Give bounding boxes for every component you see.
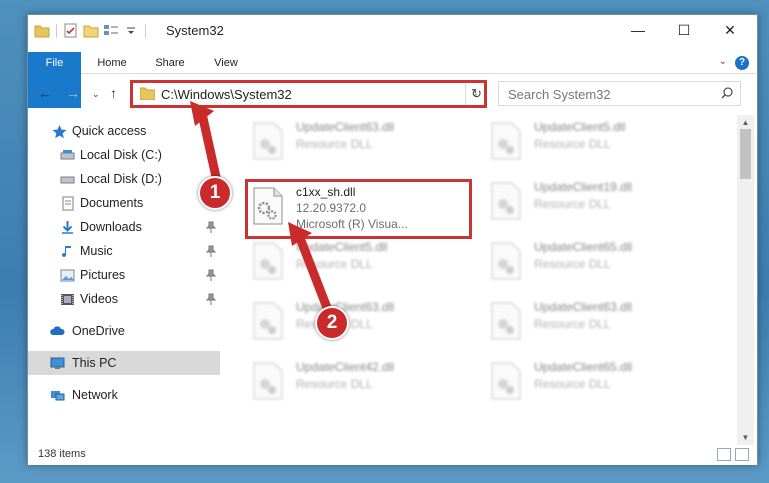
callout-step-1: 1 (198, 176, 232, 210)
videos-icon (61, 293, 74, 305)
dll-file-icon (491, 302, 521, 340)
dll-file-icon (253, 122, 283, 160)
list-item[interactable]: UpdateClient65.dll Resource DLL (484, 355, 684, 411)
vertical-scrollbar[interactable]: ▲ ▼ (737, 115, 754, 445)
scroll-down-icon[interactable]: ▼ (737, 430, 754, 445)
close-button[interactable]: ✕ (707, 15, 753, 45)
view-toggle (717, 448, 749, 461)
sidebar-item-this-pc[interactable]: This PC (28, 351, 220, 375)
tab-home[interactable]: Home (86, 52, 138, 74)
cloud-icon (50, 325, 65, 335)
pin-icon[interactable] (206, 245, 216, 257)
sidebar-item-music[interactable]: Music (28, 239, 220, 263)
pin-icon[interactable] (206, 221, 216, 233)
explorer-window: System32 — ☐ ✕ File Home Share View ⌄ ? … (27, 14, 758, 465)
minimize-button[interactable]: — (615, 15, 661, 45)
sidebar-item-local-disk-c[interactable]: Local Disk (C:) (28, 143, 220, 167)
large-icons-view-icon[interactable] (735, 448, 749, 461)
search-icon (721, 87, 733, 99)
view-options-icon[interactable] (103, 23, 119, 38)
callout-step-2: 2 (315, 306, 349, 340)
list-item[interactable]: UpdateClient42.dll Resource DLL (246, 355, 446, 411)
list-item[interactable]: UpdateClient19.dll Resource DLL (484, 175, 684, 231)
ribbon-tabs: File Home Share View ⌄ ? (28, 52, 757, 108)
search-input[interactable]: Search System32 (498, 81, 741, 106)
scroll-up-icon[interactable]: ▲ (737, 115, 754, 130)
sidebar-item-onedrive[interactable]: OneDrive (28, 319, 220, 343)
dll-file-icon (491, 122, 521, 160)
sidebar-item-local-disk-d[interactable]: Local Disk (D:) (28, 167, 220, 191)
list-item[interactable]: UpdateClient65.dll Resource DLL (484, 235, 684, 291)
maximize-button[interactable]: ☐ (661, 15, 707, 45)
new-folder-icon[interactable] (83, 23, 99, 38)
list-item[interactable]: UpdateClient63.dll Resource DLL (246, 115, 446, 171)
search-placeholder: Search System32 (508, 87, 611, 102)
sidebar-item-downloads[interactable]: Downloads (28, 215, 220, 239)
music-icon (62, 245, 71, 257)
file-list: UpdateClient63.dll Resource DLL UpdateCl… (220, 115, 737, 445)
quick-access-toolbar (34, 23, 148, 38)
dll-file-icon (491, 242, 521, 280)
up-arrow-icon[interactable]: ↑ (110, 85, 117, 101)
sidebar-item-videos[interactable]: Videos (28, 287, 220, 311)
details-view-icon[interactable] (717, 448, 731, 461)
toolbar-separator (145, 23, 146, 38)
forward-arrow-icon[interactable]: → (66, 85, 80, 101)
title-bar: System32 — ☐ ✕ (28, 15, 757, 45)
list-item[interactable]: UpdateClient63.dll Resource DLL (484, 295, 684, 351)
properties-icon[interactable] (63, 23, 79, 38)
item-count: 138 items (38, 448, 86, 460)
pictures-icon (60, 269, 75, 281)
dll-file-icon (253, 242, 283, 280)
expand-ribbon-icon[interactable]: ⌄ (719, 56, 727, 67)
sidebar-item-documents[interactable]: Documents (28, 191, 220, 215)
sidebar-item-network[interactable]: Network (28, 383, 220, 407)
dll-file-icon (491, 182, 521, 220)
recent-locations-icon[interactable]: ⌄ (92, 89, 100, 100)
scroll-thumb[interactable] (740, 129, 751, 179)
tab-view[interactable]: View (202, 52, 250, 74)
folder-icon[interactable] (34, 23, 50, 38)
tab-share[interactable]: Share (144, 52, 196, 74)
window-title: System32 (166, 23, 224, 38)
pin-icon[interactable] (206, 269, 216, 281)
status-bar: 138 items (28, 445, 757, 465)
dll-file-icon (491, 362, 521, 400)
back-arrow-icon[interactable]: ← (38, 85, 52, 101)
sidebar-item-quick-access[interactable]: Quick access (28, 119, 220, 143)
download-icon (62, 220, 73, 234)
customize-dropdown-icon[interactable] (123, 23, 139, 38)
sidebar-item-pictures[interactable]: Pictures (28, 263, 220, 287)
toolbar-separator (56, 23, 57, 38)
help-icon[interactable]: ? (735, 56, 749, 70)
star-icon (52, 124, 67, 138)
address-bar-highlight (130, 80, 487, 108)
drive-icon (60, 149, 75, 159)
navigation-pane: Quick access Local Disk (C:) Local Disk … (28, 115, 220, 445)
computer-icon (50, 357, 65, 369)
documents-icon (62, 196, 74, 210)
drive-icon (60, 176, 75, 183)
dll-file-icon (253, 302, 283, 340)
dll-file-icon (253, 362, 283, 400)
list-item[interactable]: UpdateClient5.dll Resource DLL (246, 235, 446, 291)
list-item[interactable]: UpdateClient5.dll Resource DLL (484, 115, 684, 171)
pin-icon[interactable] (206, 293, 216, 305)
network-icon (51, 390, 65, 400)
file-highlight (245, 179, 472, 239)
